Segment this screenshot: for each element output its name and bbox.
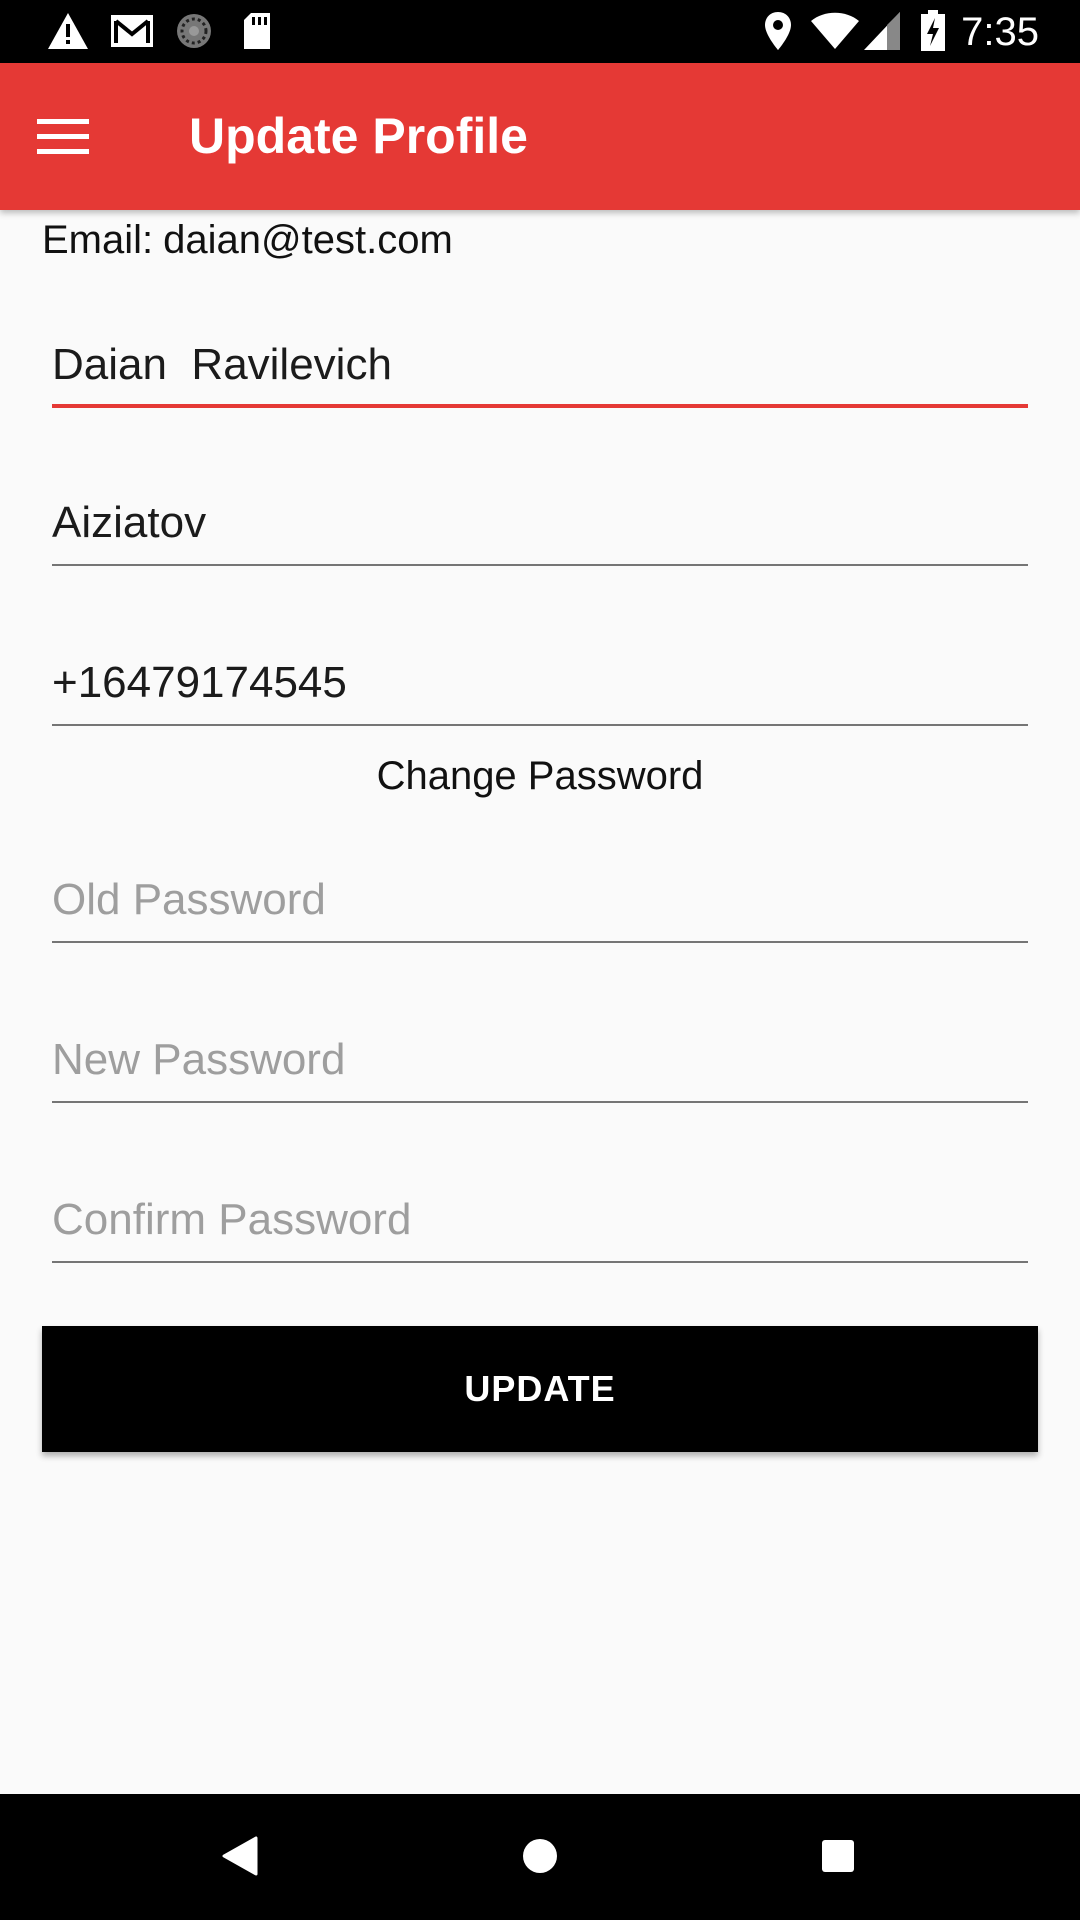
email-label: Email:: [42, 218, 154, 262]
first-name-input[interactable]: [52, 328, 1028, 402]
navigation-bar: [0, 1794, 1080, 1920]
old-password-underline: [52, 941, 1028, 943]
gmail-icon: [108, 10, 156, 52]
back-button[interactable]: [204, 1822, 276, 1894]
recents-icon: [820, 1838, 856, 1879]
status-bar: 7:35: [0, 0, 1080, 63]
back-icon: [222, 1836, 258, 1881]
home-icon: [521, 1837, 559, 1880]
sd-card-icon: [240, 10, 274, 52]
recents-button[interactable]: [802, 1822, 874, 1894]
battery-charging-icon: [918, 10, 948, 52]
old-password-input[interactable]: [52, 863, 1028, 937]
confirm-password-underline: [52, 1261, 1028, 1263]
page-title: Update Profile: [189, 108, 528, 164]
hamburger-menu-icon: [37, 117, 89, 160]
phone-underline: [52, 724, 1028, 726]
email-display: Email: daian@test.com: [42, 215, 453, 265]
sync-icon: [174, 10, 214, 52]
email-value: daian@test.com: [163, 218, 453, 262]
old-password-field[interactable]: [52, 863, 1028, 943]
last-name-input[interactable]: [52, 486, 1028, 560]
phone-input[interactable]: [52, 646, 1028, 720]
last-name-field[interactable]: [52, 486, 1028, 566]
wifi-icon: [810, 10, 860, 52]
new-password-field[interactable]: [52, 1023, 1028, 1103]
first-name-field[interactable]: [52, 328, 1028, 408]
phone-field[interactable]: [52, 646, 1028, 726]
signal-icon: [862, 10, 902, 52]
menu-button[interactable]: [30, 105, 96, 171]
location-icon: [762, 10, 794, 52]
first-name-underline: [52, 404, 1028, 408]
update-profile-screen: 7:35 Update Profile Email: daian@test.com…: [0, 0, 1080, 1920]
new-password-underline: [52, 1101, 1028, 1103]
new-password-input[interactable]: [52, 1023, 1028, 1097]
confirm-password-input[interactable]: [52, 1183, 1028, 1257]
app-bar: Update Profile: [0, 63, 1080, 210]
update-button[interactable]: UPDATE: [42, 1326, 1038, 1452]
confirm-password-field[interactable]: [52, 1183, 1028, 1263]
change-password-heading: Change Password: [376, 754, 704, 798]
status-clock: 7:35: [961, 10, 1039, 54]
last-name-underline: [52, 564, 1028, 566]
home-button[interactable]: [504, 1822, 576, 1894]
warning-icon: [46, 10, 90, 52]
